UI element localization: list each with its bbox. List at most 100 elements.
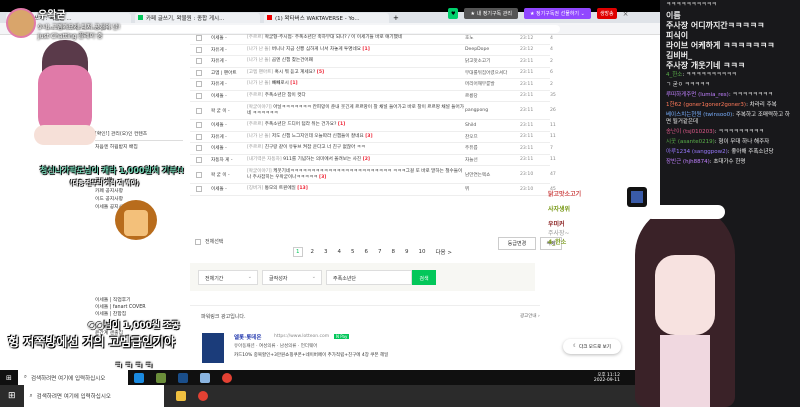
comment-count[interactable]: [3] <box>319 175 326 180</box>
heart-icon[interactable]: ♥ <box>448 8 459 19</box>
page-link[interactable]: 3 <box>322 248 330 256</box>
row-category[interactable]: 자유게 - <box>211 81 247 87</box>
sidebar-item[interactable]: 이세돌 | 직업후기 <box>95 296 183 303</box>
chat-user[interactable]: 1한62 (goner1goner2goner3) <box>666 102 746 108</box>
row-checkbox[interactable] <box>196 156 202 163</box>
table-row[interactable]: 이세돌 - [징버거] 통모의 트윈에일 [13] 뷔 23:10 45 <box>190 184 556 196</box>
row-checkbox[interactable] <box>196 122 202 129</box>
row-author[interactable]: 호노 <box>465 35 520 41</box>
sidebar-item[interactable]: 카페 공지사항 <box>95 187 183 195</box>
row-title[interactable]: [나가 난 돌] 저도 신챕 느그지인데 오늘따라 신챕들이 잘네요 [3] <box>247 134 465 140</box>
chat-user[interactable]: 루띠하게주먼 (lumia_res) <box>666 92 729 98</box>
stream-category[interactable]: Just Chatting 플레이 중 <box>38 31 120 40</box>
row-category[interactable]: 이세돌 - <box>211 93 247 99</box>
row-category[interactable]: 이세돌 - <box>211 35 247 41</box>
table-row[interactable]: 자동차 게 - [내기력은 자동차] 911를 기념하는 의미에서 올려보는 사… <box>190 155 556 166</box>
windows-start-icon[interactable]: ⊞ <box>6 374 12 382</box>
row-category[interactable]: 자유게 - <box>211 47 247 53</box>
row-title[interactable]: [주르르] 왁굳형-주시접- 주폭소년단 축하무대 되나? / 이 이세기들 바… <box>247 35 465 41</box>
row-category[interactable]: 이세돌 - <box>211 122 247 128</box>
comment-count[interactable]: [5] <box>317 70 324 75</box>
row-checkbox[interactable] <box>196 133 202 140</box>
row-checkbox[interactable] <box>196 107 202 114</box>
new-tab-button[interactable]: + <box>393 14 399 22</box>
chat-user[interactable]: 베이스치는현원 (twinsoo0) <box>666 112 732 118</box>
row-author[interactable]: 남만연는렉쇼 <box>465 172 520 178</box>
row-title[interactable]: [나가 난 돌] 빼빼로시 [1] <box>247 81 465 87</box>
row-title-text[interactable]: 저도 신챕 느그지인데 오늘따라 신챕들이 잘네요 <box>272 134 364 139</box>
search-input[interactable]: 주폭소년단 <box>326 270 412 285</box>
row-checkbox[interactable] <box>196 92 202 99</box>
comment-count[interactable]: [3] <box>365 134 372 139</box>
chat-user[interactable]: 아루1234 (sanggpow2) <box>666 149 728 155</box>
row-author[interactable]: Shild <box>465 123 520 128</box>
row-category[interactable]: 왁 굳 이 - <box>211 172 247 178</box>
sidebar-item[interactable]: 이세돌 | 찬합집 <box>95 310 183 317</box>
comment-count[interactable]: [13] <box>297 186 308 191</box>
row-title-text[interactable]: 버니나 지금 신뿅 심하게 나서 차놓게 투명네요 <box>272 47 361 52</box>
chrome-icon[interactable] <box>197 391 208 401</box>
app-icon[interactable] <box>627 187 647 207</box>
browser-tab[interactable]: (1) 왁타버스 WAKTAVERSE - Yo... <box>264 12 389 23</box>
taskbar-search[interactable]: ⌕ 검색하려면 여기에 입력하십시오 <box>23 385 164 407</box>
row-category[interactable]: 자동차 게 - <box>211 157 247 163</box>
row-checkbox[interactable] <box>196 145 202 152</box>
row-author[interactable]: 머리어깨무릎발 <box>465 81 520 87</box>
row-title[interactable]: [주르르] 주폭소년단 드디어 텀라 뒤는 건가요? [1] <box>247 122 465 128</box>
row-category[interactable]: 고멤 | 팬아트 <box>211 70 247 76</box>
table-row[interactable]: 자유게 - [나가 난 돌] 빼빼로시 [1] 머리어깨무릎발 23:11 2 <box>190 79 553 91</box>
table-row[interactable]: 이세돌 - [주르르] 왁굳형-주시접- 주폭소년단 축하무대 되나? / 이 … <box>190 33 553 45</box>
row-title[interactable]: [고멤 팬아트] 혹시 뭐 듣고 계세요? [5] <box>247 70 465 76</box>
table-row[interactable]: 자유게 - [나가 난 돌] 곰엔 신챕 찾는건어뫠 닭고맛소고기 23:11 … <box>190 56 553 68</box>
page-link[interactable]: 4 <box>336 248 344 256</box>
taskbar-search[interactable]: ⌕ 검색하려면 여기에 입력하십시오 <box>17 370 128 385</box>
edge-icon[interactable] <box>133 372 144 383</box>
streamer-name[interactable]: 우왁굳 <box>38 6 120 21</box>
chat-user[interactable]: 4_한소 <box>666 72 682 78</box>
page-link[interactable]: 5 <box>349 248 357 256</box>
chrome-icon[interactable] <box>221 372 232 383</box>
chat-user[interactable]: 장빈근 (hjh8874) <box>666 159 710 165</box>
row-title-text[interactable]: 주폭소년단 드디어 텀라 뒤는 건가요? <box>265 122 337 127</box>
sidebar-item[interactable]: 처음엔 허웜받지 배집 <box>95 143 183 154</box>
row-title-text[interactable]: 친구랑 같이 유튜브 켜잡 운다고 너 친구 없잖아 ㅋㅋ <box>265 145 365 150</box>
chat-user[interactable]: 시꿋 (asante0219) <box>666 139 715 145</box>
row-author[interactable]: 찬오므 <box>465 134 520 140</box>
row-category[interactable]: 자유게 - <box>211 58 247 64</box>
row-title-text[interactable]: 통모의 트윈에일 <box>265 186 296 191</box>
ad-thumbnail[interactable] <box>202 333 224 363</box>
ad-title-link[interactable]: 엘롯·롯데온 <box>234 333 261 341</box>
table-row[interactable]: 이세돌 - [주르르] 주폭소년단 참이 컷다 르릉당 23:11 35 <box>190 91 556 102</box>
sidebar-item[interactable]: 이세돌 | fanart COVER <box>95 303 183 310</box>
row-author[interactable]: 르릉당 <box>465 93 520 99</box>
period-select[interactable]: 전체기간 ⌄ <box>198 270 258 285</box>
comment-count[interactable]: [1] <box>338 122 345 127</box>
row-checkbox[interactable] <box>196 35 202 42</box>
row-title-text[interactable]: 곰엔 신챕 찾는건어뫠 <box>272 58 313 63</box>
row-author[interactable]: 무대룰뒤집어렸으셔다 <box>465 70 520 76</box>
row-category[interactable]: 자유게 - <box>211 134 247 140</box>
row-title[interactable]: [왁굳이야기] 케웃기네ㅋㅋㅋㅋㅋㅋㅋㅋㅋㅋㅋㅋㅋㅋㅋㅋㅋㅋㅋㅋㅋㅋㅋㅋ ㅋㅋㅋ… <box>247 169 465 181</box>
ad-guide-link[interactable]: 광고안내 › <box>520 313 540 319</box>
windows-start-icon[interactable]: ⊞ <box>8 391 16 401</box>
table-row[interactable]: 자유게 - [나가 난 돌] 버니나 지금 신뿅 심하게 나서 차놓게 투명네요… <box>190 45 553 56</box>
page-link[interactable]: 6 <box>363 248 371 256</box>
row-title-text[interactable]: 혹시 뭐 듣고 계세요? <box>275 70 316 75</box>
table-row[interactable]: 이세돌 - [주르르] 주폭소년단 드디어 텀라 뒤는 건가요? [1] Shi… <box>190 120 556 132</box>
row-checkbox[interactable] <box>196 69 202 76</box>
select-all[interactable]: 전체선택 <box>195 238 223 245</box>
table-row[interactable]: 고멤 | 팬아트 [고멤 팬아트] 혹시 뭐 듣고 계세요? [5] 무대룰뒤집… <box>190 68 553 79</box>
browser-tab[interactable]: 카페 글쓰기, 왁물원 : 종합 게시... <box>135 12 260 23</box>
row-title-text[interactable]: 빼빼로시 <box>272 81 289 86</box>
row-title[interactable]: [내기력은 자동차] 911를 기념하는 의미에서 올려보는 사진 [2] <box>247 157 465 163</box>
row-author[interactable]: 닭고맛소고기 <box>465 58 520 64</box>
scope-select[interactable]: 글작성자 ⌄ <box>262 270 322 285</box>
chat-user[interactable]: 송난이 (tsj010203) <box>666 129 715 135</box>
row-author[interactable]: 자늘선 <box>465 157 520 163</box>
row-category[interactable]: 왁 굳 이 - <box>211 108 247 114</box>
row-title-text[interactable]: 주폭소년단 참이 컷다 <box>265 93 306 98</box>
file-explorer-icon[interactable] <box>175 391 186 401</box>
row-checkbox[interactable] <box>196 58 202 65</box>
table-row[interactable]: 자유게 - [나가 난 돌] 저도 신챕 느그지인데 오늘따라 신챕들이 잘네요… <box>190 132 556 143</box>
row-checkbox[interactable] <box>196 81 202 88</box>
